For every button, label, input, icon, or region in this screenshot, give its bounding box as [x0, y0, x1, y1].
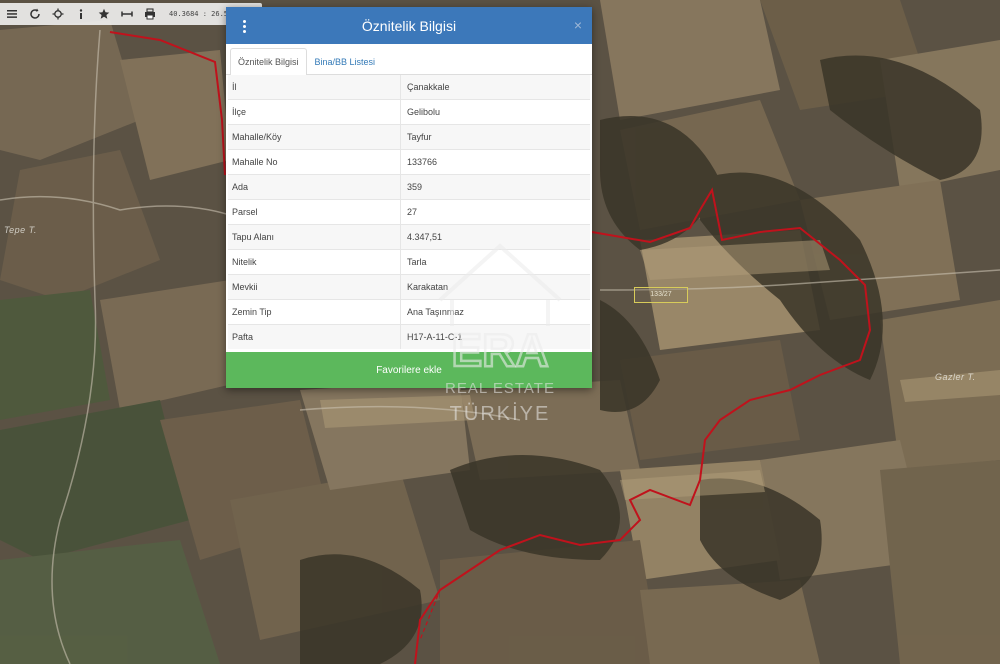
attr-key: İl — [228, 75, 401, 100]
attr-value: 4.347,51 — [400, 224, 590, 250]
table-row: Pafta H17-A-11-C-1 — [228, 324, 590, 349]
table-row: Mahalle No 133766 — [228, 149, 590, 175]
place-label-gazler: Gazler T. — [935, 372, 976, 382]
close-icon[interactable]: × — [574, 16, 582, 34]
table-row: Nitelik Tarla — [228, 249, 590, 275]
attr-key: Mahalle No — [228, 149, 401, 175]
attr-key: Mahalle/Köy — [228, 124, 401, 150]
measure-icon[interactable] — [115, 3, 138, 25]
attr-value: Ana Taşınmaz — [400, 299, 590, 325]
table-row: İlçe Gelibolu — [228, 99, 590, 125]
attr-key: İlçe — [228, 99, 401, 125]
table-row: İl Çanakkale — [228, 75, 590, 100]
print-icon[interactable] — [138, 3, 161, 25]
info-icon[interactable] — [69, 3, 92, 25]
table-row: Parsel 27 — [228, 199, 590, 225]
attr-value: 359 — [400, 174, 590, 200]
attr-key: Nitelik — [228, 249, 401, 275]
dialog-menu-icon[interactable] — [236, 16, 252, 36]
attr-value: Tarla — [400, 249, 590, 275]
attribute-dialog: Öznitelik Bilgisi × Öznitelik Bilgisi Bi… — [226, 7, 592, 388]
table-row: Mevkii Karakatan — [228, 274, 590, 300]
attr-value: Gelibolu — [400, 99, 590, 125]
refresh-icon[interactable] — [23, 3, 46, 25]
dialog-title: Öznitelik Bilgisi — [361, 17, 457, 34]
attr-key: Parsel — [228, 199, 401, 225]
attr-value: H17-A-11-C-1 — [400, 324, 590, 349]
menu-icon[interactable] — [0, 3, 23, 25]
attr-key: Ada — [228, 174, 401, 200]
attr-key: Pafta — [228, 324, 401, 349]
add-favorite-button[interactable]: Favorilere ekle — [226, 352, 592, 388]
map-toolbar: 40.3684 : 26.5253 — [0, 3, 262, 25]
attr-value: Tayfur — [400, 124, 590, 150]
dialog-header: Öznitelik Bilgisi × — [226, 7, 592, 44]
locate-icon[interactable] — [46, 3, 69, 25]
place-label-tepe: Tepe T. — [4, 225, 37, 235]
attr-key: Zemin Tip — [228, 299, 401, 325]
attr-value: Çanakkale — [400, 75, 590, 100]
attr-key: Mevkii — [228, 274, 401, 300]
attr-key: Tapu Alanı — [228, 224, 401, 250]
table-row: Tapu Alanı 4.347,51 — [228, 224, 590, 250]
table-row: Zemin Tip Ana Taşınmaz — [228, 299, 590, 325]
attr-value: Karakatan — [400, 274, 590, 300]
attr-value: 133766 — [400, 149, 590, 175]
table-row: Ada 359 — [228, 174, 590, 200]
attribute-table: İl Çanakkale İlçe Gelibolu Mahalle/Köy Tayf… — [228, 75, 590, 349]
table-row: Mahalle/Köy Tayfur — [228, 124, 590, 150]
tab-building-list[interactable]: Bina/BB Listesi — [307, 48, 384, 75]
tab-attribute-info[interactable]: Öznitelik Bilgisi — [230, 48, 307, 75]
dialog-tabs: Öznitelik Bilgisi Bina/BB Listesi — [226, 44, 592, 75]
parcel-label[interactable]: 133/27 — [634, 287, 688, 303]
attr-value: 27 — [400, 199, 590, 225]
star-icon[interactable] — [92, 3, 115, 25]
